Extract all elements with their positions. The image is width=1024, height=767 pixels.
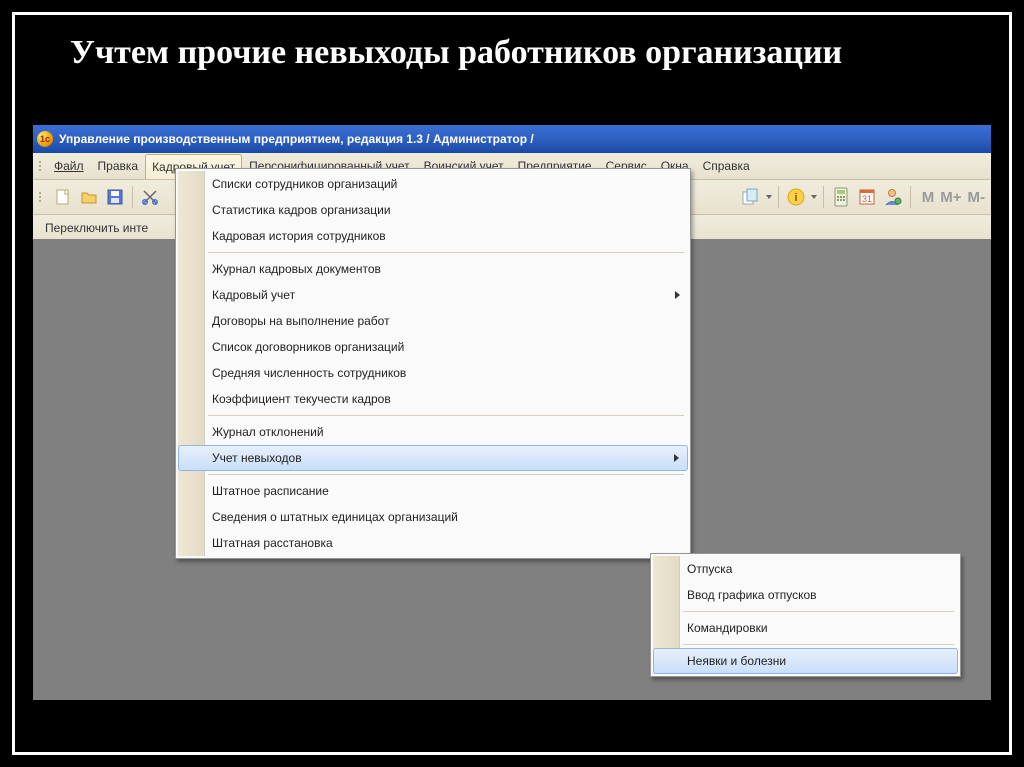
new-document-icon (54, 188, 72, 206)
toolbar-grip-icon (39, 153, 45, 179)
menu-separator (208, 252, 684, 253)
folder-open-icon (80, 188, 98, 206)
user-icon (884, 187, 902, 207)
dropdown-kadrovyy-uchet: Списки сотрудников организаций Статистик… (175, 168, 691, 559)
menu-item-shtatnoe-raspisanie[interactable]: Штатное расписание (178, 478, 688, 504)
menu-edit[interactable]: Правка (91, 153, 146, 179)
menu-item-spiski-sotrudnikov[interactable]: Списки сотрудников организаций (178, 171, 688, 197)
menu-item-dogovory[interactable]: Договоры на выполнение работ (178, 308, 688, 334)
menu-file[interactable]: Файл (47, 153, 91, 179)
slide-title: Учтем прочие невыходы работников организ… (70, 33, 969, 72)
cut-button[interactable] (138, 185, 162, 209)
submenu-item-otpuska[interactable]: Отпуска (653, 556, 958, 582)
menu-spravka[interactable]: Справка (696, 153, 757, 179)
submenu-uchet-nevykhodov: Отпуска Ввод графика отпусков Командиров… (650, 553, 961, 677)
menu-item-zhurnal-otkloneniy[interactable]: Журнал отклонений (178, 419, 688, 445)
dropdown-arrow-icon[interactable] (810, 195, 818, 199)
dropdown-arrow-icon[interactable] (765, 195, 773, 199)
svg-text:i: i (794, 192, 797, 204)
menu-item-uchet-nevykhodov[interactable]: Учет невыходов (178, 445, 688, 471)
window-titlebar: 1c Управление производственным предприят… (33, 125, 991, 153)
menu-item-kadrovaya-istoriya[interactable]: Кадровая история сотрудников (178, 223, 688, 249)
slide-frame: Учтем прочие невыходы работников организ… (12, 12, 1012, 755)
toolbar-separator (778, 186, 779, 208)
menu-item-svedeniya-shtatnykh[interactable]: Сведения о штатных единицах организаций (178, 504, 688, 530)
app-logo-icon: 1c (37, 131, 53, 147)
calculator-icon (832, 187, 850, 207)
info-icon: i (786, 187, 806, 207)
user-button[interactable] (881, 185, 905, 209)
toolbar-separator (910, 186, 911, 208)
menu-separator (683, 611, 954, 612)
svg-text:31: 31 (862, 194, 872, 204)
menu-item-srednyaya-chislennost[interactable]: Средняя численность сотрудников (178, 360, 688, 386)
new-document-button[interactable] (51, 185, 75, 209)
memory-plus-button[interactable]: M+ (940, 189, 961, 206)
calendar-icon: 31 (858, 187, 876, 207)
memory-minus-button[interactable]: M- (968, 189, 986, 206)
copy-stack-icon (741, 188, 761, 206)
toolbar-grip-icon (39, 180, 45, 214)
menu-separator (208, 474, 684, 475)
submenu-item-komandirovki[interactable]: Командировки (653, 615, 958, 641)
menu-separator (683, 644, 954, 645)
menu-item-shtatnaya-rasstanovka[interactable]: Штатная расстановка (178, 530, 688, 556)
submenu-item-neyavki-bolezni[interactable]: Неявки и болезни (653, 648, 958, 674)
menu-item-kadrovyy-uchet-sub[interactable]: Кадровый учет (178, 282, 688, 308)
menu-item-zhurnal-dokumentov[interactable]: Журнал кадровых документов (178, 256, 688, 282)
switch-interface-button[interactable]: Переключить инте (39, 219, 154, 237)
info-button[interactable]: i (784, 185, 808, 209)
menu-separator (208, 415, 684, 416)
memory-recall-button[interactable]: M (922, 189, 935, 206)
calculator-button[interactable] (829, 185, 853, 209)
floppy-disk-icon (106, 188, 124, 206)
window-title-text: Управление производственным предприятием… (59, 132, 534, 146)
submenu-arrow-icon (674, 454, 679, 462)
menu-item-koeffitsient-tekuchesti[interactable]: Коэффициент текучести кадров (178, 386, 688, 412)
menu-item-statistika-kadrov[interactable]: Статистика кадров организации (178, 197, 688, 223)
calendar-button[interactable]: 31 (855, 185, 879, 209)
submenu-arrow-icon (675, 291, 680, 299)
save-button[interactable] (103, 185, 127, 209)
memory-buttons-group: M M+ M- (916, 189, 991, 206)
submenu-item-vvod-grafika[interactable]: Ввод графика отпусков (653, 582, 958, 608)
open-button[interactable] (77, 185, 101, 209)
copy-stack-button[interactable] (739, 185, 763, 209)
toolbar-separator (132, 186, 133, 208)
menu-item-spisok-dogovornikov[interactable]: Список договорников организаций (178, 334, 688, 360)
toolbar-separator (823, 186, 824, 208)
scissors-icon (141, 188, 159, 206)
